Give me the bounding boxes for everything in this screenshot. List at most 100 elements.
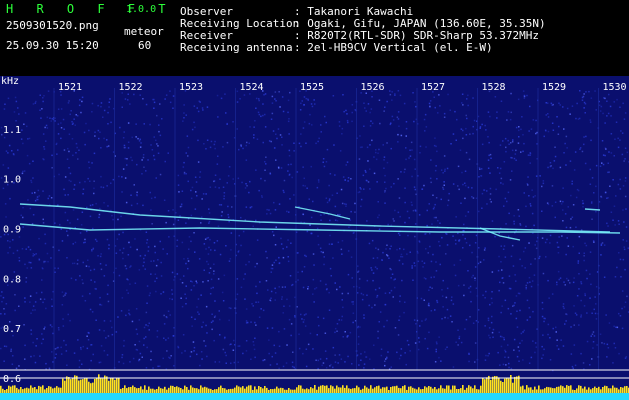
noise-pixel xyxy=(369,358,371,360)
noise-pixel xyxy=(347,273,350,276)
noise-pixel xyxy=(371,139,373,142)
noise-pixel xyxy=(572,245,574,248)
noise-pixel xyxy=(510,313,512,315)
noise-pixel xyxy=(201,326,203,328)
noise-pixel xyxy=(76,218,79,221)
noise-pixel xyxy=(10,348,12,351)
noise-pixel xyxy=(87,259,89,261)
level-bar xyxy=(544,388,546,393)
noise-pixel xyxy=(222,186,225,188)
level-bar xyxy=(398,387,400,393)
noise-pixel xyxy=(121,297,124,299)
noise-pixel xyxy=(160,293,162,295)
noise-pixel xyxy=(590,335,592,337)
noise-pixel xyxy=(278,91,280,93)
noise-pixel xyxy=(334,174,336,176)
noise-pixel xyxy=(223,195,225,197)
noise-pixel xyxy=(84,238,86,241)
noise-pixel xyxy=(510,142,512,144)
noise-pixel xyxy=(283,305,285,307)
noise-pixel xyxy=(516,310,518,312)
noise-pixel xyxy=(112,178,115,181)
noise-pixel xyxy=(565,253,567,256)
level-bar xyxy=(16,387,18,393)
noise-pixel xyxy=(271,102,274,104)
noise-pixel xyxy=(181,305,184,308)
noise-pixel xyxy=(528,276,531,279)
noise-pixel xyxy=(624,357,627,359)
noise-pixel xyxy=(512,305,514,307)
noise-pixel xyxy=(582,362,585,364)
noise-pixel xyxy=(572,204,575,206)
noise-pixel xyxy=(171,271,174,274)
noise-pixel xyxy=(163,314,165,317)
noise-pixel xyxy=(403,248,405,251)
noise-pixel xyxy=(320,251,323,253)
noise-pixel xyxy=(446,244,449,246)
noise-pixel xyxy=(212,320,214,322)
noise-pixel xyxy=(599,110,602,112)
noise-pixel xyxy=(419,325,421,327)
noise-pixel xyxy=(54,120,56,122)
noise-pixel xyxy=(42,301,44,304)
noise-pixel xyxy=(366,220,368,222)
level-bar xyxy=(304,389,306,393)
level-bar xyxy=(384,387,386,393)
level-bar xyxy=(494,376,496,393)
noise-pixel xyxy=(384,292,387,294)
noise-pixel xyxy=(200,222,202,224)
noise-pixel xyxy=(377,248,380,251)
level-bar xyxy=(426,387,428,393)
noise-pixel xyxy=(218,187,220,189)
level-bar xyxy=(72,378,74,393)
noise-pixel xyxy=(485,354,487,357)
noise-pixel xyxy=(278,286,280,288)
noise-pixel xyxy=(287,120,290,123)
noise-pixel xyxy=(443,184,445,186)
noise-pixel xyxy=(532,340,534,342)
noise-pixel xyxy=(462,234,464,236)
level-bar xyxy=(148,386,150,393)
noise-pixel xyxy=(136,248,138,251)
noise-pixel xyxy=(217,225,220,227)
noise-pixel xyxy=(571,105,574,107)
noise-pixel xyxy=(624,268,626,271)
noise-pixel xyxy=(424,130,426,132)
noise-pixel xyxy=(298,347,301,350)
noise-pixel xyxy=(535,247,538,250)
noise-pixel xyxy=(146,302,148,304)
noise-pixel xyxy=(57,133,60,135)
level-bar xyxy=(602,387,604,393)
noise-pixel xyxy=(554,216,556,219)
noise-pixel xyxy=(371,96,373,98)
noise-pixel xyxy=(150,260,152,262)
noise-pixel xyxy=(194,318,196,320)
noise-pixel xyxy=(168,356,170,359)
level-bar xyxy=(136,388,138,393)
noise-pixel xyxy=(456,118,458,121)
noise-pixel xyxy=(32,160,34,162)
noise-pixel xyxy=(334,282,336,284)
file-name: 2509301520.png xyxy=(6,19,99,32)
noise-pixel xyxy=(613,342,615,345)
noise-pixel xyxy=(365,356,367,358)
noise-pixel xyxy=(214,315,217,317)
noise-pixel xyxy=(3,136,6,139)
noise-pixel xyxy=(584,162,587,165)
noise-pixel xyxy=(345,203,347,206)
noise-pixel xyxy=(430,260,433,263)
noise-pixel xyxy=(363,367,365,369)
noise-pixel xyxy=(44,242,47,245)
noise-pixel xyxy=(299,109,302,111)
noise-pixel xyxy=(555,326,557,329)
noise-pixel xyxy=(558,125,560,128)
level-bar xyxy=(402,386,404,393)
noise-pixel xyxy=(37,198,39,201)
noise-pixel xyxy=(282,365,285,368)
level-bar xyxy=(396,385,398,393)
noise-pixel xyxy=(51,298,53,301)
noise-pixel xyxy=(57,327,60,329)
noise-pixel xyxy=(138,140,141,142)
noise-pixel xyxy=(513,220,515,223)
noise-pixel xyxy=(178,191,180,193)
